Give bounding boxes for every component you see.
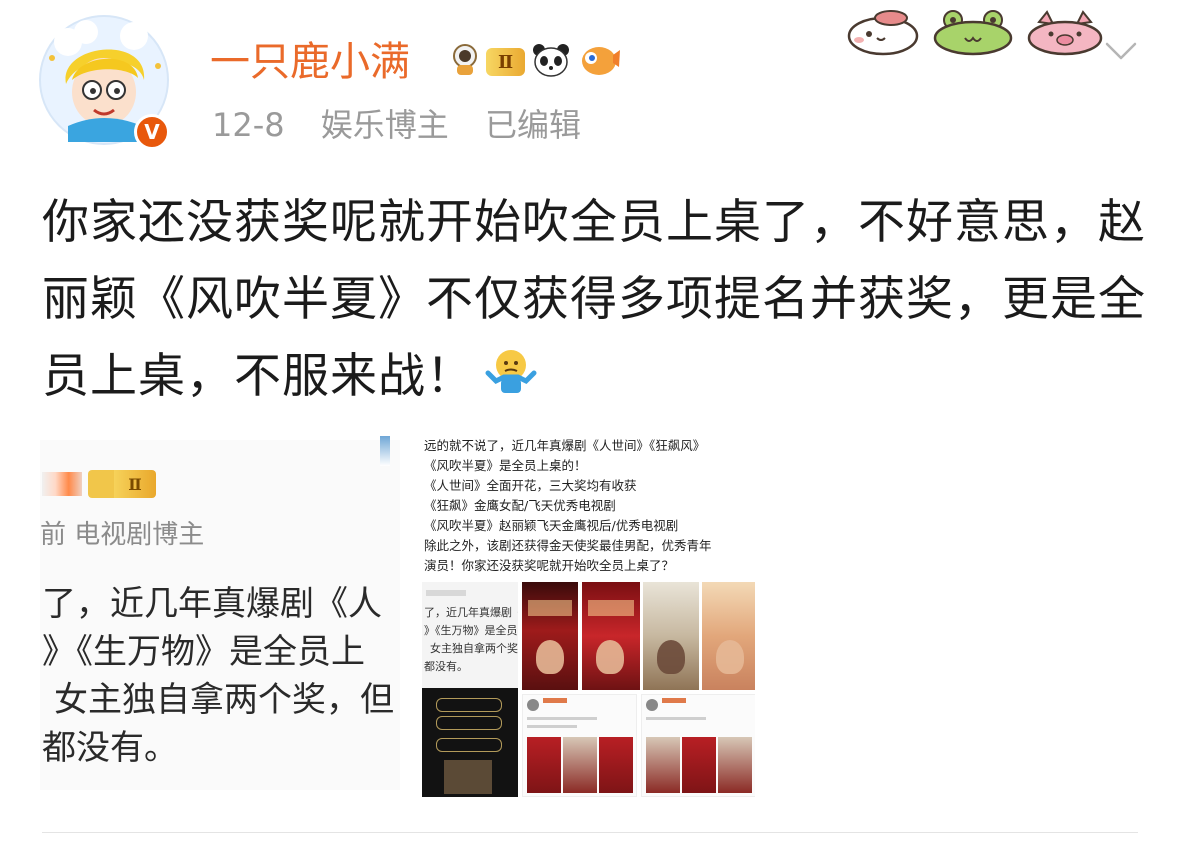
white-blob-sticker-icon [845, 8, 921, 60]
pufferfish-icon [577, 41, 621, 83]
user-role: 娱乐博主 [320, 106, 449, 144]
decoration-stickers [845, 8, 1105, 60]
screenshot-text: 远的就不说了，近几年真爆剧《人世间》《狂飙风》 《风吹半夏》是全员上桌的！ 《人… [424, 436, 754, 576]
drama-poster [582, 582, 640, 690]
weibo-card-thumbnail [641, 694, 755, 797]
user-badges: Ⅱ [450, 40, 621, 84]
post-divider [42, 832, 1138, 833]
repost-author: Ⅱ [42, 470, 156, 498]
astronaut-icon [450, 43, 480, 81]
post-meta: 12-8 娱乐博主 已编辑 [212, 106, 599, 144]
inner-card-line: 都没有。 [424, 660, 468, 673]
award-photo [444, 760, 492, 794]
crown-level-text: Ⅱ [114, 470, 156, 498]
screenshot-line: 远的就不说了，近几年真爆剧《人世间》《狂飙风》 [424, 438, 706, 453]
drama-poster [522, 582, 578, 690]
blurred-name [42, 472, 82, 496]
level-badge-text: Ⅱ [498, 51, 514, 73]
drama-poster [643, 582, 699, 690]
post-text: 你家还没获奖呢就开始吹全员上桌了，不好意思，赵丽颖《风吹半夏》不仅获得多项提名并… [42, 195, 1146, 404]
screenshot-line: 《狂飙》金鹰女配/飞天优秀电视剧 [424, 498, 616, 513]
award-frame [436, 738, 502, 752]
inner-card-header-bar [426, 590, 466, 596]
screenshot-line: 《风吹半夏》赵丽颖飞天金鹰视后/优秀电视剧 [424, 518, 679, 533]
chevron-down-icon[interactable] [1104, 38, 1138, 64]
shrug-emoji-icon [484, 341, 538, 418]
screenshot-line: 《人世间》全面开花，三大奖均有收获 [424, 478, 637, 493]
screenshot-line: 《风吹半夏》是全员上桌的！ [424, 458, 587, 473]
dark-award-image [422, 688, 518, 797]
post-body: 你家还没获奖呢就开始吹全员上桌了，不好意思，赵丽颖《风吹半夏》不仅获得多项提名并… [42, 184, 1152, 418]
pig-sticker-icon [1025, 8, 1105, 60]
screenshot-line: 演员！你家还没获奖呢就开始吹全员上桌了？ [424, 558, 675, 573]
verified-badge: V [134, 114, 170, 150]
repost-line: 》《生万物》是全员上 [42, 632, 365, 672]
edited-label[interactable]: 已编辑 [485, 106, 581, 144]
crown-level-badge: Ⅱ [88, 470, 156, 498]
screenshot-inner-card: 了，近几年真爆剧《人 》《生万物》是全员上 女主独自拿两个奖， 都没有。 [422, 582, 518, 797]
repost-subtitle: 前 电视剧博主 [40, 520, 205, 550]
crown-icon [88, 470, 114, 498]
repost-card-preview[interactable]: Ⅱ 前 电视剧博主 了，近几年真爆剧《人 》《生万物》是全员上 女主独自拿两个奖… [40, 440, 400, 790]
award-frame [436, 716, 502, 730]
image-edge-fragment [380, 436, 390, 466]
repost-line: 了，近几年真爆剧《人 [42, 584, 382, 624]
repost-line: 都没有。 [42, 728, 178, 768]
repost-line: 女主独自拿两个奖，但 [54, 680, 394, 720]
post-date: 12-8 [212, 106, 285, 144]
inner-card-line: 》《生万物》是全员上 [424, 624, 518, 637]
award-frame [436, 698, 502, 712]
inner-card-line: 了，近几年真爆剧《人 [424, 606, 518, 619]
verified-mark: V [144, 120, 160, 144]
post-image-screenshot[interactable]: 远的就不说了，近几年真爆剧《人世间》《狂飙风》 《风吹半夏》是全员上桌的！ 《人… [422, 432, 755, 797]
weibo-card-thumbnail [522, 694, 637, 797]
inner-card-line: 女主独自拿两个奖， [430, 642, 518, 655]
frog-sticker-icon [931, 8, 1015, 60]
level-badge: Ⅱ [486, 48, 526, 76]
panda-icon [531, 41, 571, 83]
username[interactable]: 一只鹿小满 [210, 40, 410, 84]
drama-poster [702, 582, 755, 690]
screenshot-line: 除此之外，该剧还获得金天使奖最佳男配，优秀青年 [424, 538, 712, 553]
avatar[interactable]: V [38, 14, 174, 150]
